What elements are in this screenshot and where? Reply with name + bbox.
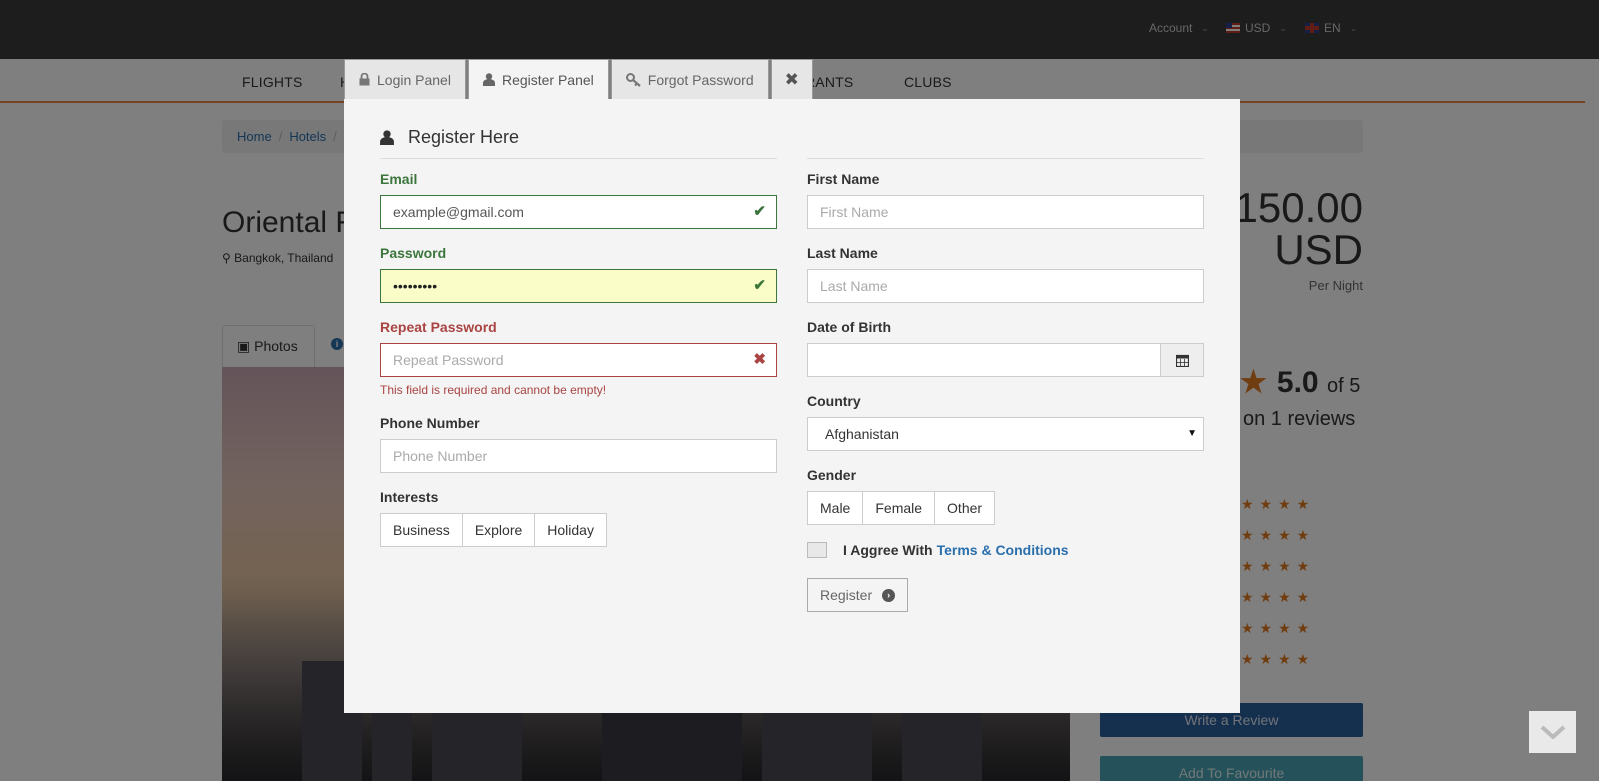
interest-explore[interactable]: Explore bbox=[461, 513, 536, 547]
cross-icon: ✖ bbox=[753, 351, 766, 368]
first-name-label: First Name bbox=[807, 171, 880, 187]
calendar-button[interactable] bbox=[1161, 343, 1204, 377]
divider bbox=[807, 158, 1204, 159]
repeat-password-placeholder: Repeat Password bbox=[393, 352, 504, 368]
terms-checkbox[interactable] bbox=[807, 542, 827, 558]
chevron-down-icon bbox=[1540, 725, 1565, 739]
tab-forgot-password[interactable]: Forgot Password bbox=[610, 59, 769, 99]
interest-holiday[interactable]: Holiday bbox=[534, 513, 607, 547]
check-icon: ✔ bbox=[753, 277, 766, 294]
interest-business[interactable]: Business bbox=[380, 513, 463, 547]
first-name-field[interactable]: First Name bbox=[807, 195, 1204, 229]
calendar-icon bbox=[1175, 354, 1189, 367]
gender-options: Male Female Other bbox=[807, 491, 1204, 525]
first-name-placeholder: First Name bbox=[820, 204, 889, 220]
phone-group: Phone Number Phone Number bbox=[380, 415, 777, 473]
last-name-placeholder: Last Name bbox=[820, 278, 888, 294]
repeat-password-label: Repeat Password bbox=[380, 319, 497, 335]
register-title: Register Here bbox=[380, 127, 519, 148]
terms-text: I Aggree With bbox=[843, 542, 933, 558]
interests-group: Interests Business Explore Holiday bbox=[380, 489, 777, 547]
gender-other[interactable]: Other bbox=[934, 491, 996, 525]
last-name-label: Last Name bbox=[807, 245, 878, 261]
repeat-password-field[interactable]: Repeat Password ✖ bbox=[380, 343, 777, 377]
tab-register-label: Register Panel bbox=[501, 71, 594, 88]
password-value: ••••••••• bbox=[393, 278, 438, 294]
password-field[interactable]: ••••••••• ✔ bbox=[380, 269, 777, 303]
phone-field[interactable]: Phone Number bbox=[380, 439, 777, 473]
dob-field[interactable] bbox=[807, 343, 1162, 377]
email-group: Email example@gmail.com ✔ bbox=[380, 171, 777, 229]
country-group: Country Afghanistan ▼ bbox=[807, 393, 1204, 451]
country-selected: Afghanistan bbox=[825, 426, 899, 442]
country-label: Country bbox=[807, 393, 861, 409]
dob-input-group bbox=[807, 343, 1204, 377]
close-button[interactable]: ✖ bbox=[770, 59, 813, 99]
register-modal: Register Here Email example@gmail.com ✔ … bbox=[344, 99, 1240, 713]
terms-link[interactable]: Terms & Conditions bbox=[937, 542, 1069, 558]
last-name-field[interactable]: Last Name bbox=[807, 269, 1204, 303]
key-icon bbox=[625, 72, 641, 87]
last-name-group: Last Name Last Name bbox=[807, 245, 1204, 303]
first-name-group: First Name First Name bbox=[807, 171, 1204, 229]
modal-tabs: Login Panel Register Panel Forgot Passwo… bbox=[344, 59, 813, 99]
dob-group: Date of Birth bbox=[807, 319, 1204, 377]
register-button[interactable]: Register › bbox=[807, 578, 909, 612]
register-title-text: Register Here bbox=[408, 127, 520, 147]
terms-agreement: I Aggree With Terms & Conditions bbox=[807, 542, 1069, 558]
phone-label: Phone Number bbox=[380, 415, 480, 431]
email-label: Email bbox=[380, 171, 418, 187]
divider bbox=[380, 158, 777, 159]
dob-label: Date of Birth bbox=[807, 319, 891, 335]
repeat-password-error: This field is required and cannot be emp… bbox=[380, 383, 607, 397]
gender-group: Gender Male Female Other bbox=[807, 467, 1204, 525]
register-button-label: Register bbox=[820, 587, 873, 603]
tab-login-panel[interactable]: Login Panel bbox=[344, 59, 466, 99]
chevron-down-icon: ▼ bbox=[1187, 428, 1197, 439]
gender-label: Gender bbox=[807, 467, 857, 483]
tab-register-panel[interactable]: Register Panel bbox=[467, 59, 609, 99]
user-icon bbox=[482, 73, 495, 86]
lock-icon bbox=[359, 73, 370, 86]
interests-options: Business Explore Holiday bbox=[380, 513, 777, 547]
scroll-button[interactable] bbox=[1529, 711, 1576, 753]
check-icon: ✔ bbox=[753, 203, 766, 220]
tab-login-label: Login Panel bbox=[377, 71, 451, 88]
country-select[interactable]: Afghanistan ▼ bbox=[807, 417, 1204, 451]
repeat-password-group: Repeat Password Repeat Password ✖ This f… bbox=[380, 319, 777, 397]
close-icon: ✖ bbox=[784, 69, 799, 89]
chevron-right-circle-icon: › bbox=[882, 588, 896, 602]
email-field[interactable]: example@gmail.com ✔ bbox=[380, 195, 777, 229]
password-group: Password ••••••••• ✔ bbox=[380, 245, 777, 303]
password-label: Password bbox=[380, 245, 447, 261]
email-value: example@gmail.com bbox=[393, 204, 524, 220]
tab-forgot-label: Forgot Password bbox=[647, 71, 754, 88]
interests-label: Interests bbox=[380, 489, 439, 505]
user-icon bbox=[380, 130, 394, 145]
gender-male[interactable]: Male bbox=[807, 491, 864, 525]
gender-female[interactable]: Female bbox=[862, 491, 936, 525]
phone-placeholder: Phone Number bbox=[393, 448, 488, 464]
